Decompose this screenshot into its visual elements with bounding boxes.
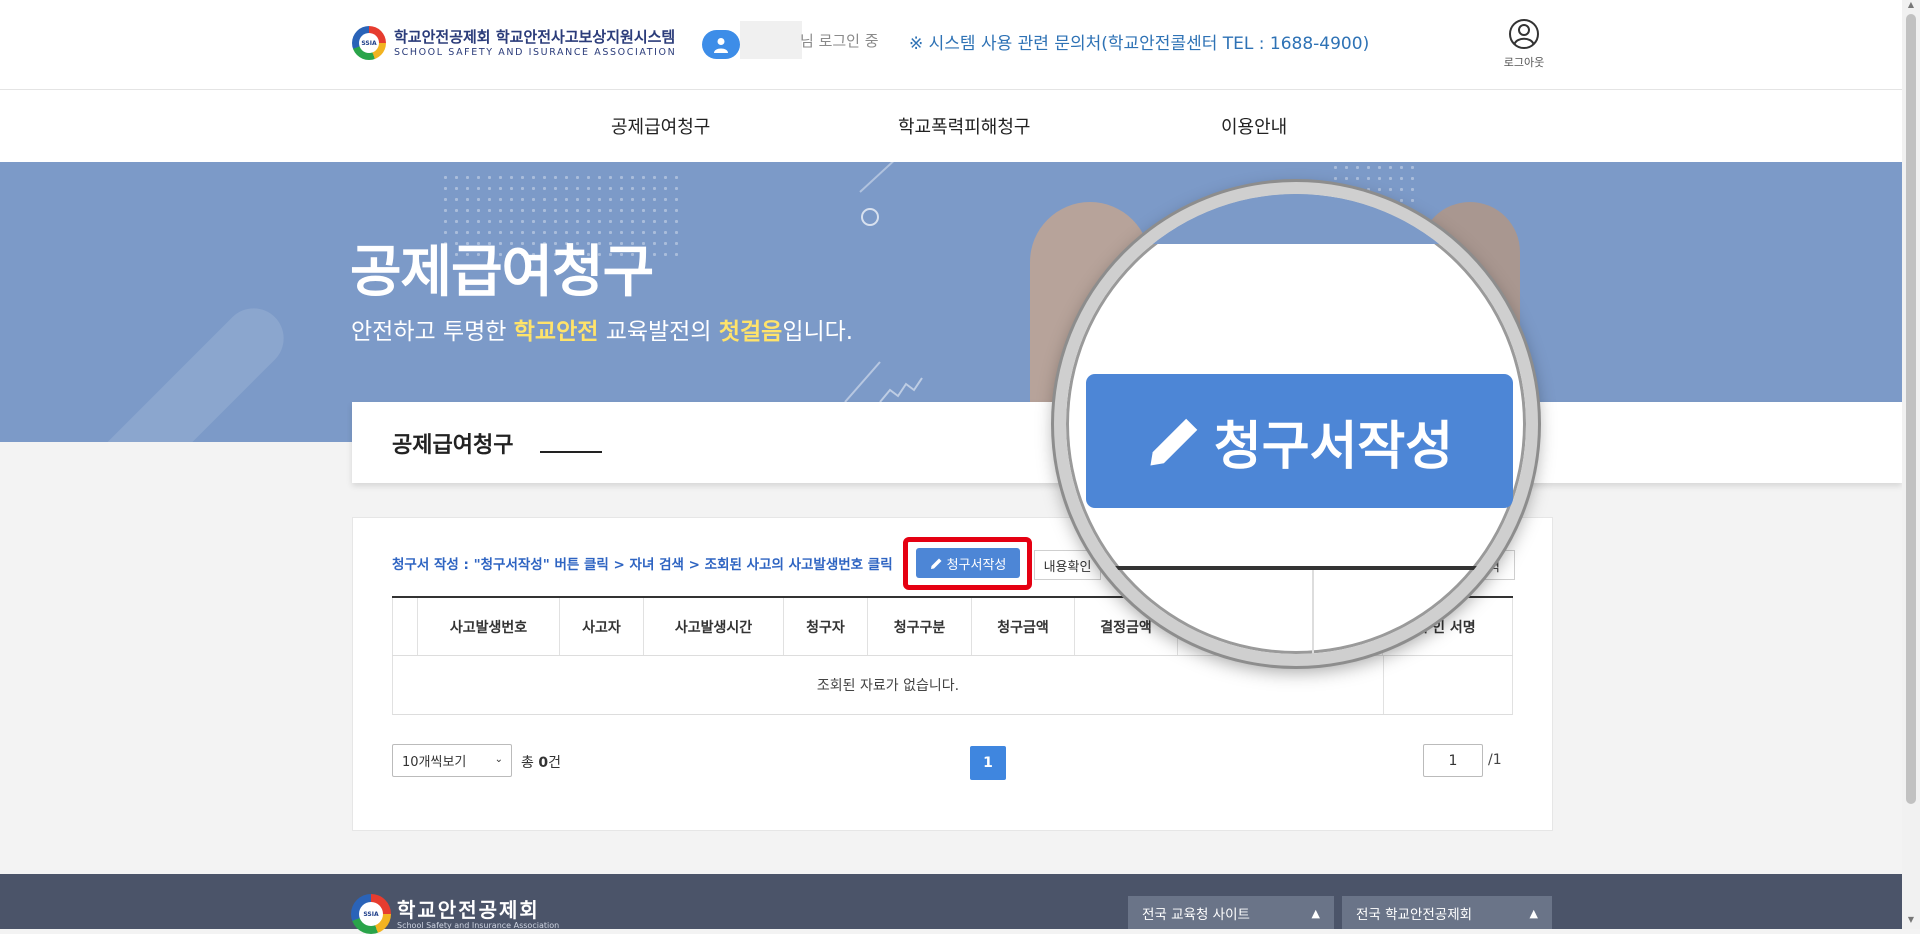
page-number-input[interactable]: 1 [1423,744,1483,777]
education-office-select[interactable]: 전국 교육청 사이트 ▲ [1128,896,1334,929]
site-logo[interactable]: SSIA 학교안전공제회 학교안전사고보상지원시스템 SCHOOL SAFETY… [352,26,676,60]
highlight-box [903,537,1032,590]
magnifier-banner-strip [1066,194,1526,244]
footer-logo: SSIA 학교안전공제회 School Safety and Insurance… [351,894,559,934]
page-button-current[interactable]: 1 [970,746,1006,780]
contact-info: ※ 시스템 사용 관련 문의처(학교안전콜센터 TEL : 1688-4900) [909,34,1370,54]
column-header: 사고발생번호 [417,598,559,655]
column-header: 청구금액 [971,598,1074,655]
hero-title: 공제급여청구 [350,240,654,305]
person-circle-icon [1509,19,1539,49]
column-header-checkbox [392,598,417,655]
footer-logo-subtitle: School Safety and Insurance Association [397,920,560,930]
site-footer: SSIA 학교안전공제회 School Safety and Insurance… [0,874,1902,934]
nav-item-guide[interactable]: 이용안내 [1221,113,1287,139]
safety-association-select[interactable]: 전국 학교안전공제회 ▲ [1342,896,1552,929]
magnified-table-border [1066,566,1526,570]
column-header: 청구구분 [867,598,971,655]
page-total: /1 [1488,752,1502,768]
logout-button[interactable]: 로그아웃 [1496,18,1552,70]
hero-banner: 공제급여청구 안전하고 투명한 학교안전 교육발전의 첫걸음입니다. [0,162,1902,442]
confirm-button[interactable]: 내용확인 [1034,550,1101,580]
magnifier-callout: 청구서작성 [1054,182,1538,666]
magnified-write-claim-button: 청구서작성 [1086,374,1513,508]
instruction-text: 청구서 작성 : "청구서작성" 버튼 클릭 > 자녀 검색 > 조회된 사고의… [392,557,893,573]
pagination: 10개씩보기 ⌄ 총 0건 1 1 /1 [392,744,1513,780]
login-status: 님 로그인 중 [800,32,879,50]
nav-item-claim[interactable]: 공제급여청구 [611,113,710,139]
logo-subtitle: SCHOOL SAFETY AND ISURANCE ASSOCIATION [394,46,677,58]
site-header: SSIA 학교안전공제회 학교안전사고보상지원시스템 SCHOOL SAFETY… [0,0,1902,90]
scroll-up-icon[interactable]: ▲ [1902,0,1920,14]
column-header: 사고발생시간 [643,598,783,655]
footer-logo-emblem: SSIA [351,894,391,934]
logo-emblem: SSIA [352,26,386,60]
caret-up-icon: ▲ [1529,907,1538,920]
column-header: 사고자 [559,598,643,655]
logo-title: 학교안전공제회 학교안전사고보상지원시스템 [394,27,676,46]
section-title: 공제급여청구 [392,433,514,458]
title-underline [540,451,602,453]
magnified-column-divider [1312,570,1314,654]
empty-message: 조회된 자료가 없습니다. [393,656,1384,714]
column-header: 청구자 [783,598,867,655]
masked-user-name [740,21,802,59]
scrollbar[interactable]: ▲ ▼ [1902,0,1920,929]
hero-subtitle: 안전하고 투명한 학교안전 교육발전의 첫걸음입니다. [351,319,854,345]
chevron-down-icon: ⌄ [494,754,503,765]
footer-logo-title: 학교안전공제회 [397,897,540,922]
nav-item-school-violence[interactable]: 학교폭력피해청구 [898,113,1030,139]
logout-label: 로그아웃 [1503,56,1545,69]
total-count: 총 0건 [521,755,561,771]
table-body: 조회된 자료가 없습니다. [392,656,1513,715]
scroll-down-icon[interactable]: ▼ [1902,915,1920,929]
user-icon [702,30,740,59]
scroll-thumb[interactable] [1906,14,1916,804]
pencil-icon [1150,418,1198,466]
caret-up-icon: ▲ [1311,907,1320,920]
page-size-select[interactable]: 10개씩보기 ⌄ [392,744,512,777]
main-nav: 공제급여청구 학교폭력피해청구 이용안내 [0,90,1902,162]
